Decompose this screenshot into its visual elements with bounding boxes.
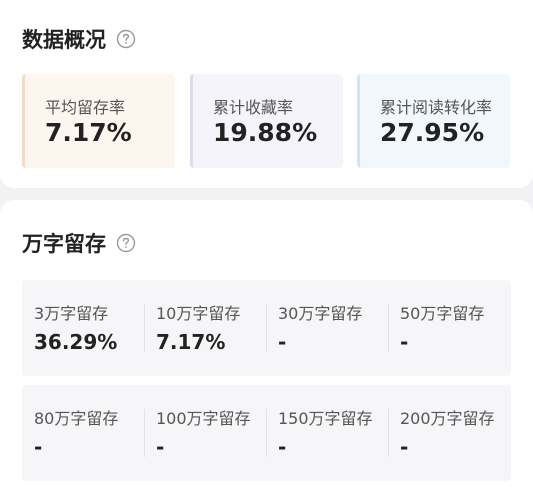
overview-title: 数据概况 [22, 28, 106, 52]
retention-cell: 10万字留存 7.17% [144, 280, 266, 376]
retention-label: 100万字留存 [156, 409, 251, 428]
retention-cell: 50万字留存 - [388, 280, 510, 376]
question-circle-icon[interactable] [116, 29, 136, 49]
overview-header: 数据概况 [22, 24, 136, 54]
retention-label: 3万字留存 [34, 304, 109, 323]
retention-label: 150万字留存 [278, 409, 373, 428]
retention-title: 万字留存 [22, 232, 106, 256]
retention-cell: 30万字留存 - [266, 280, 388, 376]
metric-card-favorite-rate: 累计收藏率 19.88% [190, 74, 343, 168]
retention-value: - [400, 330, 409, 354]
retention-cell: 100万字留存 - [144, 385, 266, 481]
retention-value: - [400, 435, 409, 459]
question-circle-icon[interactable] [116, 233, 136, 253]
metric-card-read-conversion: 累计阅读转化率 27.95% [357, 74, 510, 168]
overview-card: 数据概况 平均留存率 7.17% 累计收藏率 19.88% 累计阅读转化率 27… [0, 0, 533, 188]
retention-cell: 150万字留存 - [266, 385, 388, 481]
metric-value: 27.95% [380, 118, 485, 147]
metric-value: 19.88% [213, 118, 318, 147]
retention-label: 50万字留存 [400, 304, 485, 323]
metric-label: 累计收藏率 [213, 98, 294, 117]
retention-label: 10万字留存 [156, 304, 241, 323]
retention-row-1: 3万字留存 36.29% 10万字留存 7.17% 30万字留存 - 50万字留… [22, 280, 511, 376]
retention-value: - [278, 435, 287, 459]
metric-label: 累计阅读转化率 [380, 98, 493, 117]
metric-value: 7.17% [45, 118, 132, 147]
retention-cell: 80万字留存 - [22, 385, 144, 481]
metric-card-avg-retention: 平均留存率 7.17% [22, 74, 175, 168]
retention-value: - [156, 435, 165, 459]
retention-row-2: 80万字留存 - 100万字留存 - 150万字留存 - 200万字留存 - [22, 385, 511, 481]
retention-value: - [278, 330, 287, 354]
retention-cell: 200万字留存 - [388, 385, 510, 481]
retention-value: 36.29% [34, 330, 118, 354]
retention-label: 30万字留存 [278, 304, 363, 323]
retention-label: 80万字留存 [34, 409, 119, 428]
retention-value: - [34, 435, 43, 459]
retention-cell: 3万字留存 36.29% [22, 280, 144, 376]
metric-label: 平均留存率 [45, 98, 126, 117]
retention-value: 7.17% [156, 330, 226, 354]
retention-label: 200万字留存 [400, 409, 495, 428]
retention-header: 万字留存 [22, 228, 136, 258]
